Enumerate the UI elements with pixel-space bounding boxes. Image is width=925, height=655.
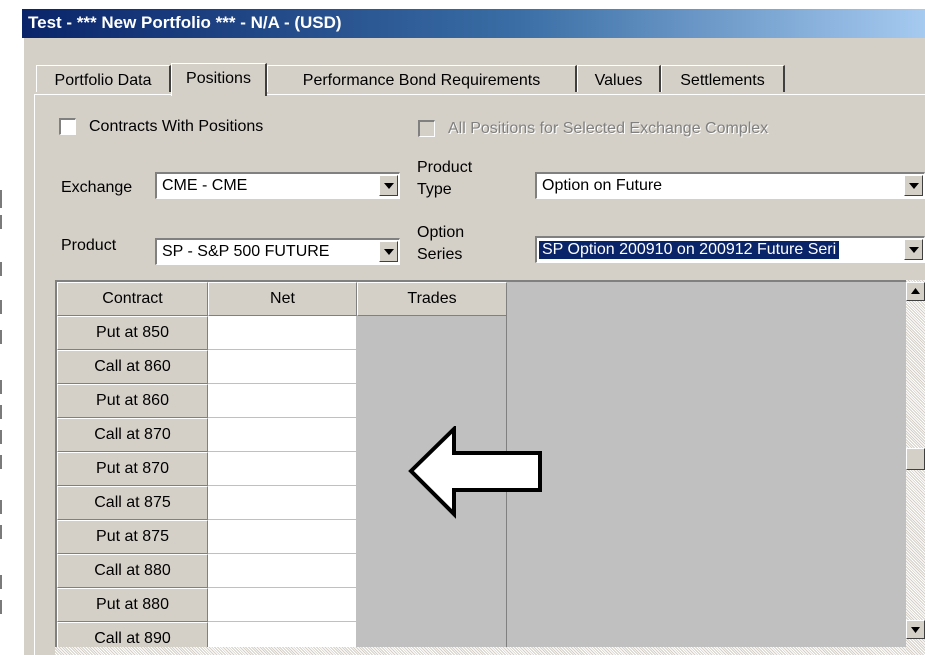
trades-cell — [357, 316, 507, 350]
net-cell[interactable] — [208, 588, 357, 622]
trades-cell — [357, 520, 507, 554]
tab-portfolio-data[interactable]: Portfolio Data — [36, 65, 171, 92]
trades-cell — [357, 350, 507, 384]
dropdown-arrow-icon[interactable] — [379, 241, 398, 262]
net-cell[interactable] — [208, 418, 357, 452]
net-cell[interactable] — [208, 316, 357, 350]
product-label: Product — [61, 237, 117, 254]
product-type-label-line1: Product — [417, 159, 473, 176]
all-positions-checkbox — [418, 120, 435, 137]
background-window-edge — [0, 0, 20, 655]
trades-cell — [357, 384, 507, 418]
dropdown-arrow-icon[interactable] — [379, 175, 398, 196]
option-series-label-line2: Series — [417, 246, 463, 263]
tab-settlements[interactable]: Settlements — [661, 65, 785, 92]
product-type-select[interactable]: Option on Future — [535, 172, 925, 199]
dropdown-arrow-icon[interactable] — [904, 175, 923, 196]
net-cell[interactable] — [208, 384, 357, 418]
window-titlebar[interactable]: Test - *** New Portfolio *** - N/A - (US… — [22, 9, 925, 38]
row-header-contract[interactable]: Put at 860 — [57, 384, 208, 418]
dropdown-arrow-icon[interactable] — [904, 239, 923, 260]
row-header-contract[interactable]: Put at 875 — [57, 520, 208, 554]
product-type-value: Option on Future — [542, 177, 663, 194]
row-header-contract[interactable]: Put at 870 — [57, 452, 208, 486]
net-cell[interactable] — [208, 350, 357, 384]
window-title: Test - *** New Portfolio *** - N/A - (US… — [28, 13, 342, 32]
row-header-contract[interactable]: Call at 870 — [57, 418, 208, 452]
scroll-thumb[interactable] — [906, 448, 925, 470]
tab-positions[interactable]: Positions — [171, 63, 267, 96]
all-positions-label: All Positions for Selected Exchange Comp… — [448, 120, 769, 137]
trades-cell — [357, 554, 507, 588]
column-header-contract[interactable]: Contract — [57, 282, 208, 316]
option-series-select[interactable]: SP Option 200910 on 200912 Future Seri — [535, 236, 925, 263]
column-header-trades[interactable]: Trades — [357, 282, 507, 316]
option-series-value: SP Option 200910 on 200912 Future Seri — [539, 241, 840, 259]
scroll-down-icon[interactable] — [906, 620, 925, 639]
exchange-label: Exchange — [61, 179, 133, 196]
exchange-select[interactable]: CME - CME — [155, 172, 400, 199]
trades-cell — [357, 588, 507, 622]
contracts-with-positions-checkbox[interactable] — [59, 118, 76, 135]
net-cell[interactable] — [208, 486, 357, 520]
row-header-contract[interactable]: Call at 875 — [57, 486, 208, 520]
product-type-label-line2: Type — [417, 181, 452, 198]
row-header-contract[interactable]: Call at 880 — [57, 554, 208, 588]
contracts-with-positions-label: Contracts With Positions — [89, 118, 264, 135]
scroll-up-icon[interactable] — [906, 282, 925, 301]
net-cell[interactable] — [208, 452, 357, 486]
net-cell[interactable] — [208, 554, 357, 588]
grid-vertical-scrollbar[interactable] — [906, 280, 925, 655]
arrow-left-annotation-icon — [408, 426, 542, 519]
product-select[interactable]: SP - S&P 500 FUTURE — [155, 238, 400, 265]
tab-values[interactable]: Values — [577, 65, 661, 92]
row-header-contract[interactable]: Put at 850 — [57, 316, 208, 350]
column-header-net[interactable]: Net — [208, 282, 357, 316]
row-header-contract[interactable]: Put at 880 — [57, 588, 208, 622]
tab-performance-bond-requirements[interactable]: Performance Bond Requirements — [267, 65, 577, 92]
product-value: SP - S&P 500 FUTURE — [162, 243, 330, 260]
exchange-value: CME - CME — [162, 177, 248, 194]
grid-horizontal-scrollbar[interactable] — [55, 647, 906, 655]
row-header-contract[interactable]: Call at 860 — [57, 350, 208, 384]
net-cell[interactable] — [208, 520, 357, 554]
option-series-label-line1: Option — [417, 224, 465, 241]
